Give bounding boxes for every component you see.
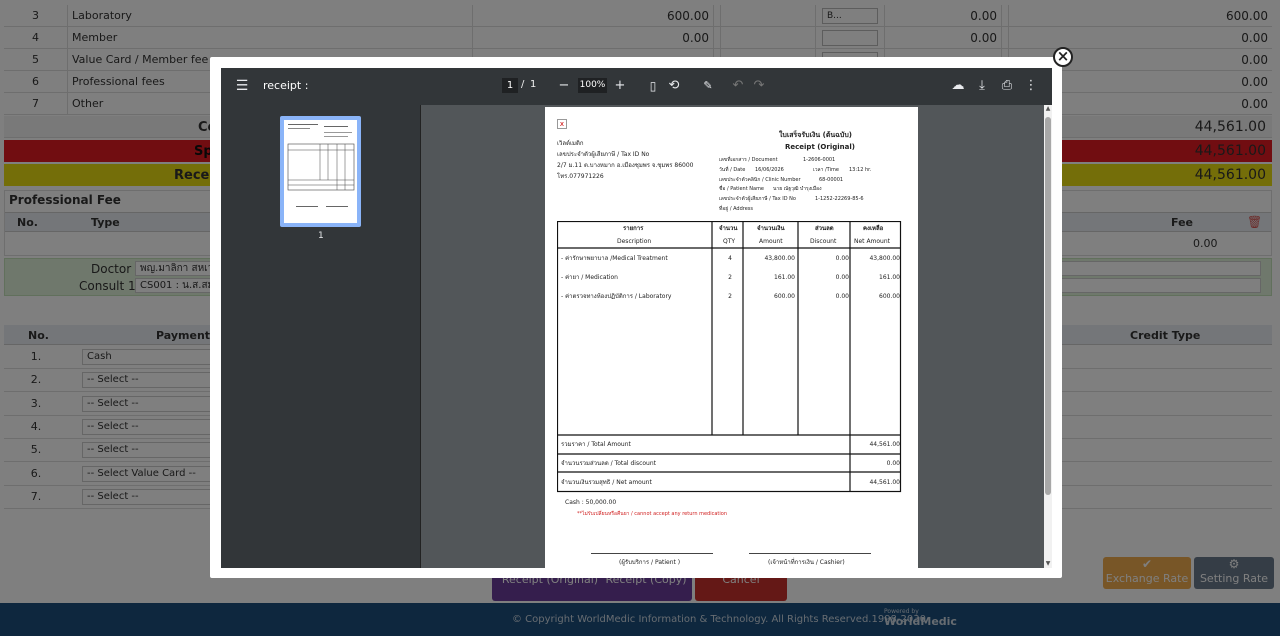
clinic-phone: โทร.077971226 <box>557 173 604 180</box>
item-qty: 4 <box>728 255 732 262</box>
close-modal-button[interactable]: × <box>1053 47 1073 67</box>
thumbnail-preview <box>287 124 355 207</box>
col-discount-en: Discount <box>810 238 837 245</box>
close-icon: × <box>1056 47 1070 65</box>
col-qty-en: QTY <box>723 238 736 245</box>
item-net: 161.00 <box>879 274 900 281</box>
page-number-input[interactable]: 1 <box>502 78 518 93</box>
item-discount: 0.00 <box>835 274 849 281</box>
fit-page-icon[interactable]: ▯ <box>644 77 662 95</box>
zoom-input[interactable]: 100% <box>578 78 607 93</box>
col-discount-th: ส่วนลด <box>815 225 834 232</box>
item-description: - ค่ารักษาพยาบาล /Medical Treatment <box>561 255 668 262</box>
download-icon[interactable]: ⤓ <box>973 77 991 95</box>
time-value: 13:12 hr. <box>849 167 872 173</box>
signature-patient: (ผู้รับบริการ / Patient ) <box>619 559 681 566</box>
return-note: **ไม่รับเปลี่ยนหรือคืนยา / cannot accept… <box>577 511 727 517</box>
thumbnail-label: 1 <box>318 231 324 241</box>
item-qty: 2 <box>728 274 732 281</box>
item-discount: 0.00 <box>835 293 849 300</box>
patient-value: นาย ณัฐวุฒิ บำรุงเมือง <box>773 186 822 192</box>
page-total: 1 <box>530 79 537 90</box>
item-amount: 600.00 <box>774 293 795 300</box>
pdf-toolbar: ☰ receipt : 1 / 1 − 100% + ▯ ⟲ ✎ ↶ ↷ ☁ ⤓… <box>221 68 1052 105</box>
tax-value: 1-1252-22269-85-6 <box>815 196 864 202</box>
clinic-tax: เลขประจำตัวผู้เสียภาษี / Tax ID No <box>557 151 650 158</box>
undo-icon[interactable]: ↶ <box>729 77 747 95</box>
zoom-in-icon[interactable]: + <box>611 77 629 95</box>
discount-label: จำนวนรวมส่วนลด / Total discount <box>561 460 656 467</box>
item-description: - ค่าตรวจทางห้องปฏิบัติการ / Laboratory <box>561 293 672 300</box>
scroll-up-icon[interactable]: ▲ <box>1044 105 1052 112</box>
clinic-number-label: เลขประจำตัวคลินิก / Clinic Number <box>719 177 801 183</box>
zoom-out-icon[interactable]: − <box>555 77 573 95</box>
doc-value: 1-2606-0001 <box>803 157 836 163</box>
col-amount-en: Amount <box>759 238 783 245</box>
clinic-address: 2/7 ม.11 ต.บางหมาก อ.เมืองชุมพร จ.ชุมพร … <box>557 162 694 169</box>
cash-line: Cash : 50,000.00 <box>565 499 617 506</box>
date-label: วันที่ / Date <box>719 167 746 173</box>
discount-value: 0.00 <box>886 460 900 467</box>
total-label: รวมราคา / Total Amount <box>561 441 631 448</box>
page-separator: / <box>521 79 525 90</box>
col-net-th: คงเหลือ <box>863 225 884 232</box>
col-desc-en: Description <box>617 238 652 245</box>
thumbnail-sidebar: 1 <box>221 105 421 568</box>
col-desc-th: รายการ <box>623 225 644 232</box>
item-qty: 2 <box>728 293 732 300</box>
save-drive-icon[interactable]: ☁ <box>949 77 967 95</box>
address-label: ที่อยู่ / Address <box>719 206 754 212</box>
vertical-scrollbar[interactable]: ▲ ▼ <box>1044 105 1052 568</box>
doc-label: เลขที่เอกสาร / Document <box>719 157 778 163</box>
item-amount: 161.00 <box>774 274 795 281</box>
page-thumbnail[interactable] <box>280 116 361 227</box>
item-net: 43,800.00 <box>869 255 900 262</box>
time-label: เวลา /Time <box>813 167 839 173</box>
item-net: 600.00 <box>879 293 900 300</box>
clinic-number-value: 68-00001 <box>819 177 844 183</box>
tax-label: เลขประจำตัวผู้เสียภาษี / Tax ID No <box>719 196 796 202</box>
pdf-page-area: x เวิลด์เมดิก เลขประจำตัวผู้เสียภาษี / T… <box>421 105 1052 568</box>
clinic-name: เวิลด์เมดิก <box>557 140 584 147</box>
total-value: 44,561.00 <box>869 441 900 448</box>
col-qty-th: จำนวน <box>719 225 738 232</box>
print-icon[interactable]: ⎙ <box>998 77 1016 95</box>
scrollbar-thumb[interactable] <box>1045 117 1051 495</box>
patient-label: ชื่อ / Patient Name <box>719 186 765 192</box>
net-label: จำนวนเงินรวมสุทธิ / Net amount <box>561 479 652 486</box>
item-description: - ค่ายา / Medication <box>561 274 618 281</box>
receipt-title-en: Receipt (Original) <box>785 143 855 151</box>
item-discount: 0.00 <box>835 255 849 262</box>
annotate-icon[interactable]: ✎ <box>699 77 717 95</box>
signature-cashier: (เจ้าหน้าที่การเงิน / Cashier) <box>768 559 845 566</box>
document-title: receipt : <box>263 79 309 92</box>
pdf-viewer: ☰ receipt : 1 / 1 − 100% + ▯ ⟲ ✎ ↶ ↷ ☁ ⤓… <box>221 68 1052 568</box>
net-value: 44,561.00 <box>869 479 900 486</box>
date-value: 16/06/2026 <box>755 167 784 173</box>
broken-logo-image: x <box>557 119 567 129</box>
receipt-title-th: ใบเสร็จรับเงิน (ต้นฉบับ) <box>779 131 853 139</box>
receipt-modal: ☰ receipt : 1 / 1 − 100% + ▯ ⟲ ✎ ↶ ↷ ☁ ⤓… <box>210 57 1062 578</box>
rotate-icon[interactable]: ⟲ <box>665 77 683 95</box>
more-options-icon[interactable]: ⋮ <box>1022 77 1040 95</box>
col-net-en: Net Amount <box>854 238 891 245</box>
item-amount: 43,800.00 <box>764 255 795 262</box>
redo-icon[interactable]: ↷ <box>750 77 768 95</box>
col-amount-th: จำนวนเงิน <box>757 225 785 232</box>
scroll-down-icon[interactable]: ▼ <box>1044 560 1052 567</box>
menu-icon[interactable]: ☰ <box>233 77 251 95</box>
receipt-page: x เวิลด์เมดิก เลขประจำตัวผู้เสียภาษี / T… <box>545 107 918 568</box>
